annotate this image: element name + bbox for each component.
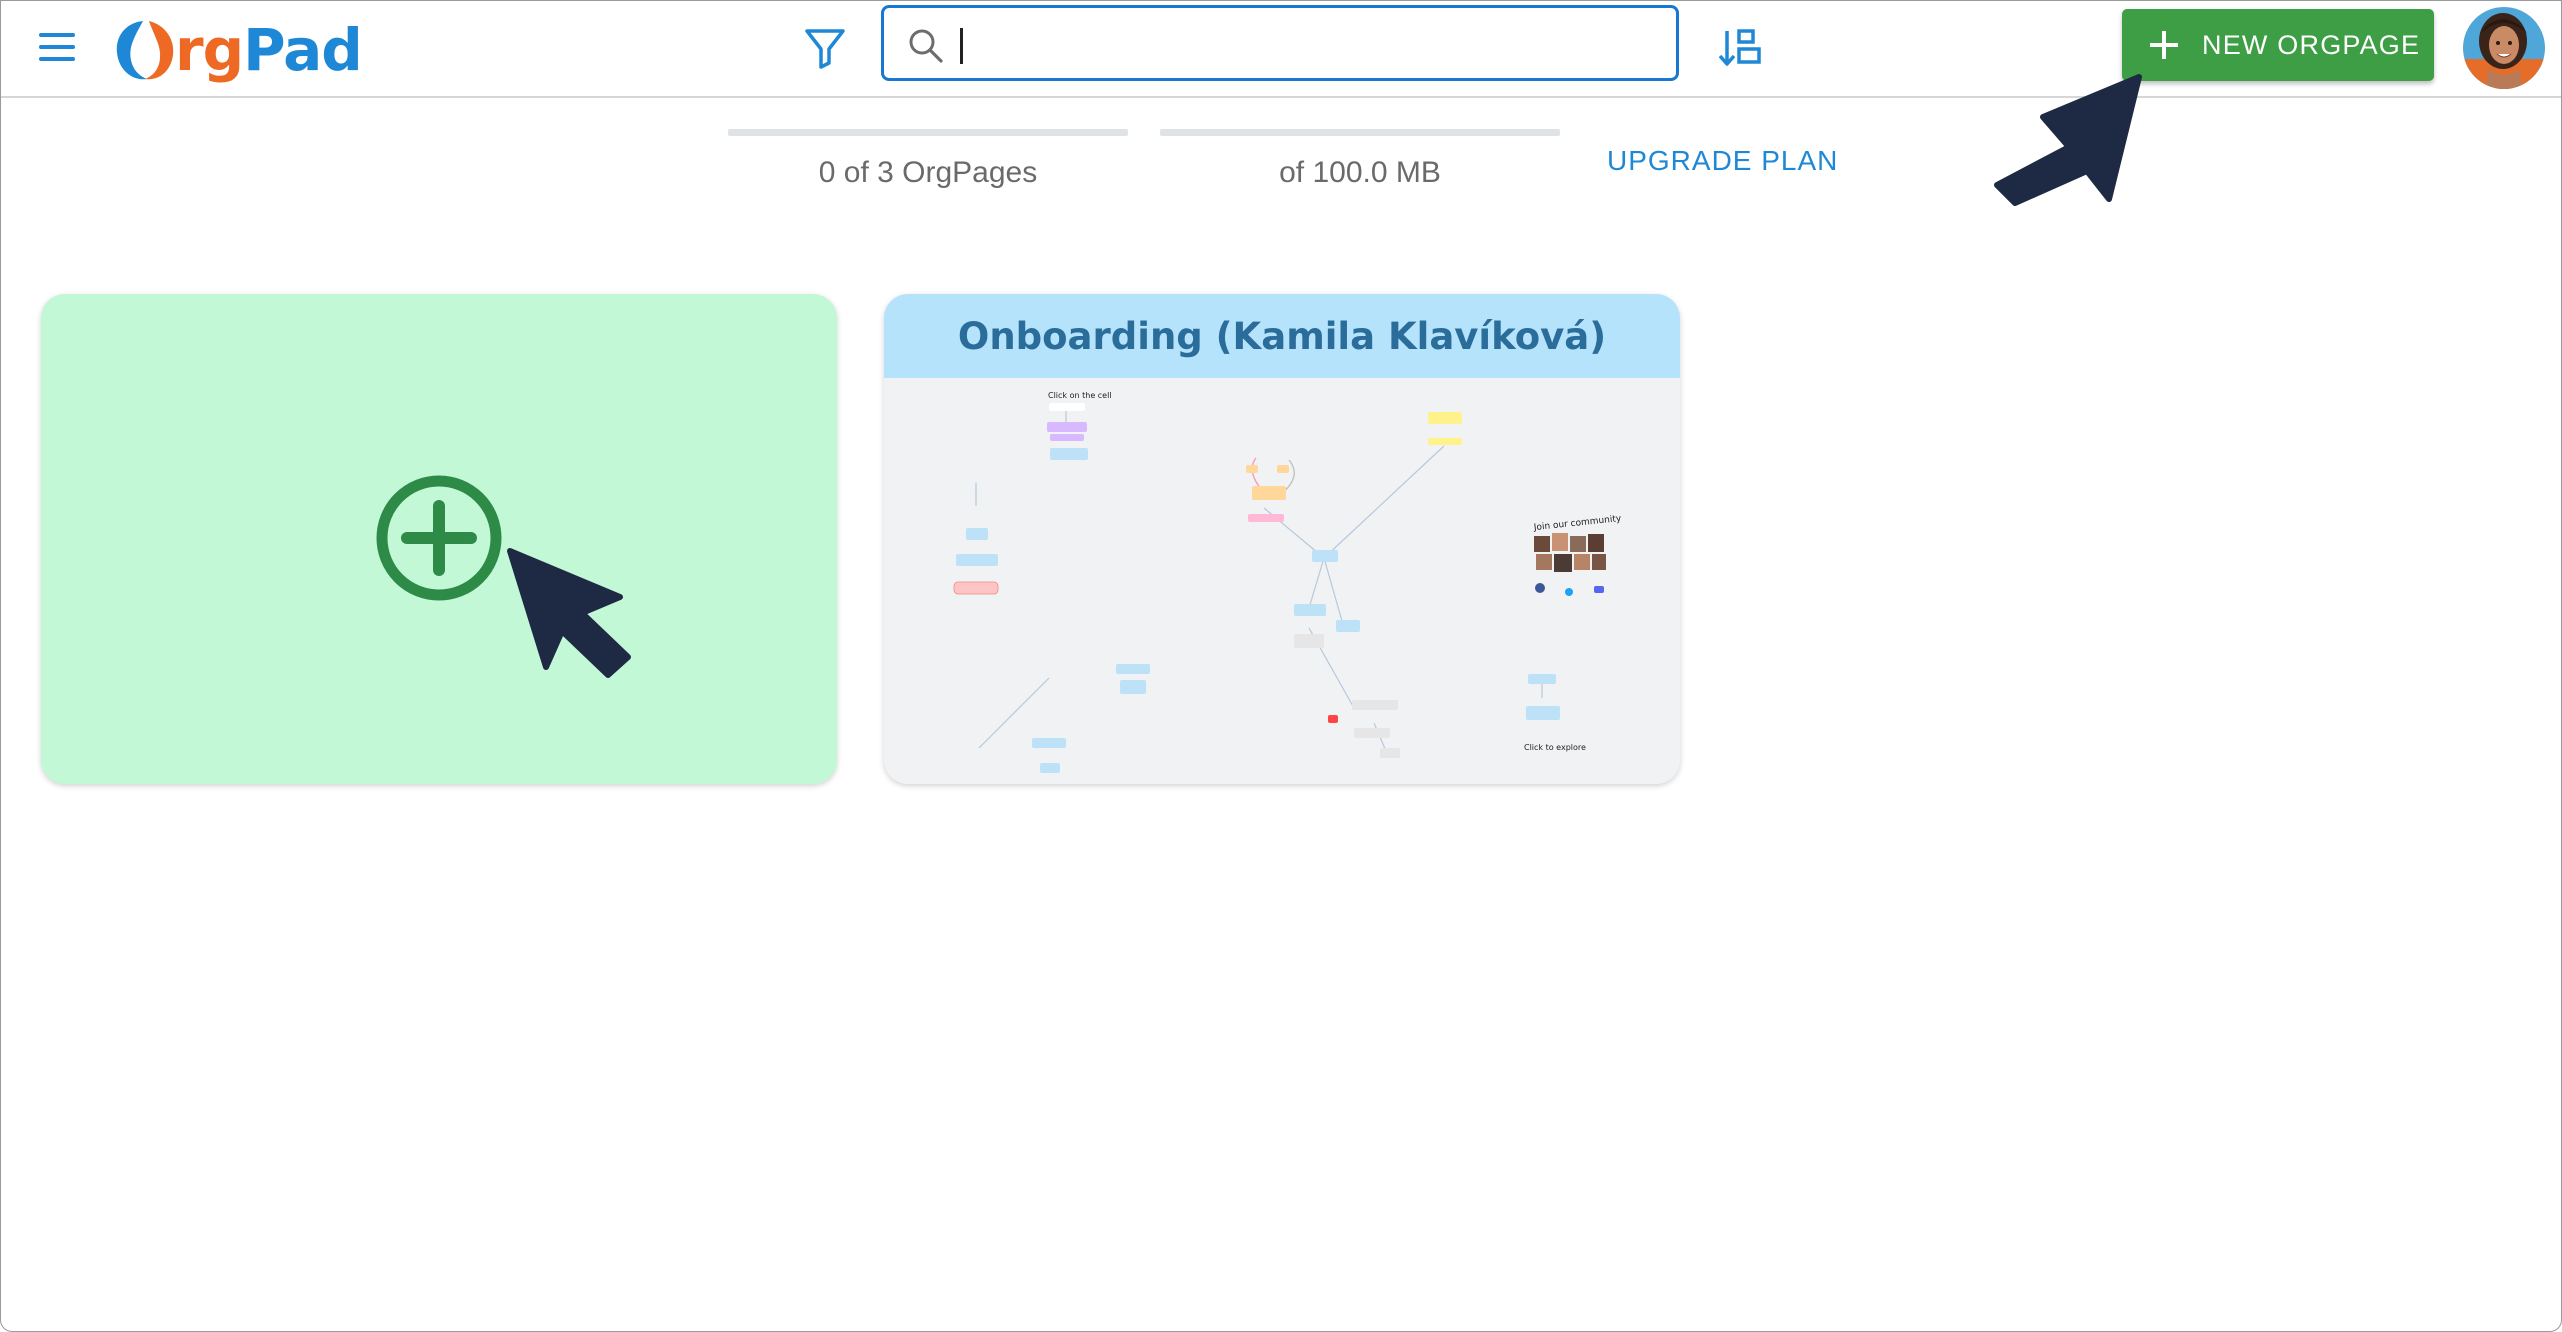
user-avatar[interactable] — [2463, 7, 2545, 89]
new-orgpage-label: NEW ORGPAGE — [2202, 29, 2421, 60]
sort-icon — [1718, 29, 1761, 66]
new-orgpage-button[interactable]: NEW ORGPAGE — [2122, 9, 2434, 81]
storage-usage: of 100.0 MB — [1160, 129, 1560, 190]
orgpages-usage-text: 0 of 3 OrgPages — [818, 156, 1038, 189]
filter-button[interactable] — [801, 25, 849, 71]
upgrade-plan-link[interactable]: UPGRADE PLAN — [1607, 145, 1838, 177]
sort-button[interactable] — [1717, 25, 1763, 71]
plus-icon — [2150, 31, 2178, 59]
logo-wordmark: rgPad — [175, 21, 363, 79]
search-icon — [909, 29, 943, 63]
top-bar: rgPad NEW ORGPAGE — [1, 1, 2561, 98]
avatar-image — [2463, 7, 2545, 89]
orgpage-card-onboarding[interactable]: Onboarding (Kamila Klavíková) Click on t… — [884, 294, 1680, 784]
orgpad-logo-icon — [116, 21, 174, 80]
new-orgpage-card[interactable] — [41, 294, 837, 784]
filter-funnel-icon — [805, 29, 845, 69]
logo-text-orange: rg — [175, 16, 244, 84]
orgpage-card-title: Onboarding (Kamila Klavíková) — [957, 314, 1607, 358]
text-caret — [960, 28, 963, 64]
orgpages-usage: 0 of 3 OrgPages — [728, 129, 1128, 190]
add-circle-icon — [376, 475, 502, 601]
app-window: rgPad NEW ORGPAGE 0 of 3 OrgPages of 100… — [0, 0, 2562, 1332]
thumb-explore-text: Click to explore — [1524, 743, 1586, 752]
orgpad-logo[interactable]: rgPad — [113, 11, 363, 89]
hamburger-menu-icon[interactable] — [39, 27, 77, 67]
search-input[interactable] — [956, 20, 1660, 68]
storage-usage-text: of 100.0 MB — [1279, 156, 1441, 189]
storage-usage-bar — [1160, 129, 1560, 136]
orgpage-card-title-band: Onboarding (Kamila Klavíková) — [884, 294, 1680, 378]
logo-text-blue: Pad — [243, 16, 363, 84]
orgpage-thumbnail: Click on the cell Join our community Cli… — [884, 378, 1680, 784]
search-box[interactable] — [881, 5, 1679, 81]
orgpages-usage-bar — [728, 129, 1128, 136]
thumb-top-note: Click on the cell — [1048, 391, 1112, 400]
